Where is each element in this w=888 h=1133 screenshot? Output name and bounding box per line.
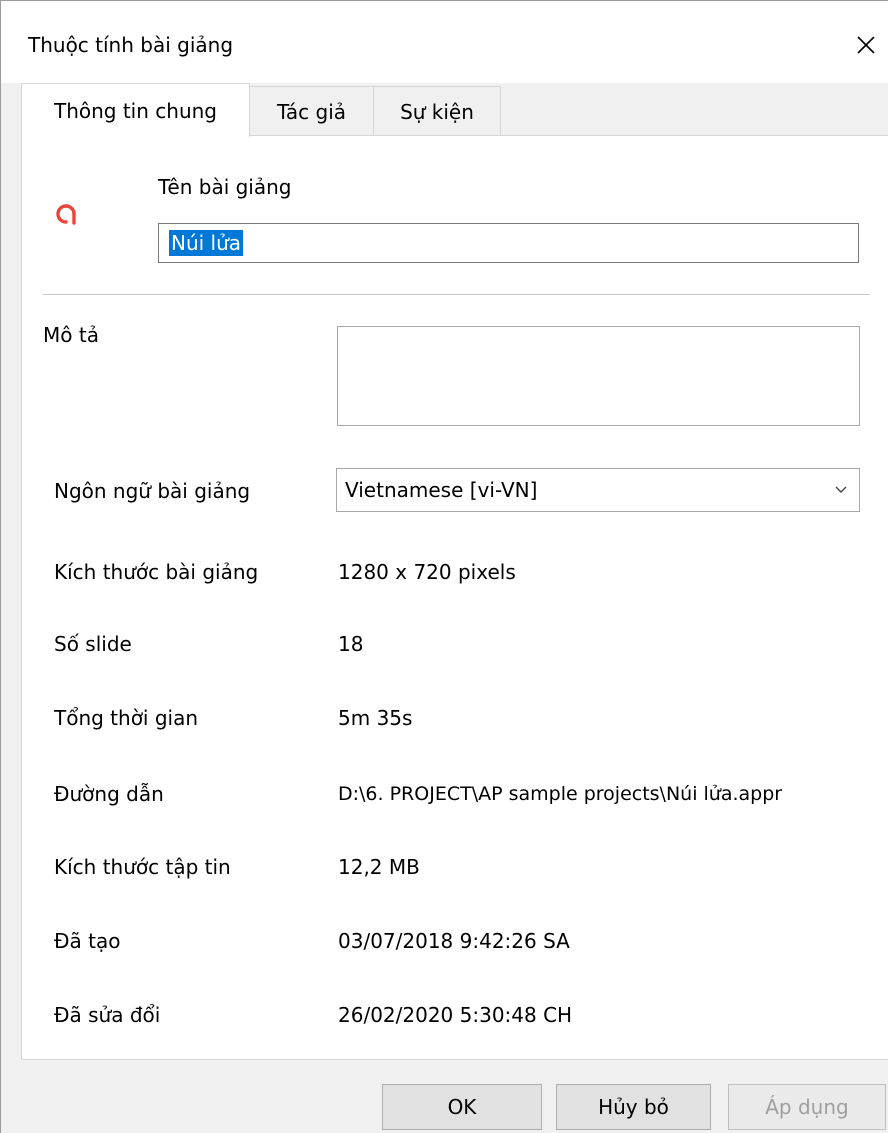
modified-label: Đã sửa đổi [54,1003,161,1027]
path-label: Đường dẫn [54,782,164,806]
path-value: D:\6. PROJECT\AP sample projects\Núi lửa… [338,783,783,805]
filesize-value: 12,2 MB [338,855,420,879]
size-label: Kích thước bài giảng [54,560,259,584]
ok-button[interactable]: OK [382,1084,542,1130]
general-panel [21,135,888,1060]
app-logo-icon [56,204,76,225]
tab-events[interactable]: Sự kiện [373,86,501,136]
cancel-button[interactable]: Hủy bỏ [556,1084,711,1130]
size-value: 1280 x 720 pixels [338,560,516,584]
duration-value: 5m 35s [338,706,413,730]
tab-general-label: Thông tin chung [53,98,217,123]
tab-author-label: Tác giả [276,99,347,124]
description-label: Mô tả [43,323,99,347]
duration-label: Tổng thời gian [54,706,199,730]
tab-general[interactable]: Thông tin chung [21,83,250,137]
tab-strip: Thông tin chung Tác giả Sự kiện [21,83,888,137]
tab-author[interactable]: Tác giả [249,86,374,136]
created-value: 03/07/2018 9:42:26 SA [338,929,570,953]
properties-dialog: Thuộc tính bài giảng Thông tin chung Tác… [0,0,888,1133]
slides-value: 18 [338,632,364,656]
apply-button[interactable]: Áp dụng [728,1084,886,1130]
close-button[interactable] [843,23,888,67]
window-title: Thuộc tính bài giảng [28,33,234,57]
created-label: Đã tạo [54,929,121,953]
title-bar: Thuộc tính bài giảng [1,1,888,83]
language-value: Vietnamese [vi-VN] [345,478,538,502]
slides-label: Số slide [54,632,132,656]
chevron-down-icon [835,486,847,493]
name-input-value: Núi lửa [169,230,244,256]
name-input[interactable]: Núi lửa [158,223,859,263]
close-icon [857,36,875,54]
description-textarea[interactable] [337,326,860,426]
language-select[interactable]: Vietnamese [vi-VN] [336,468,860,512]
modified-value: 26/02/2020 5:30:48 CH [338,1003,573,1027]
language-label: Ngôn ngữ bài giảng [54,479,251,503]
name-label: Tên bài giảng [158,175,292,199]
tab-events-label: Sự kiện [400,99,474,124]
divider [43,294,870,295]
filesize-label: Kích thước tập tin [54,855,231,879]
